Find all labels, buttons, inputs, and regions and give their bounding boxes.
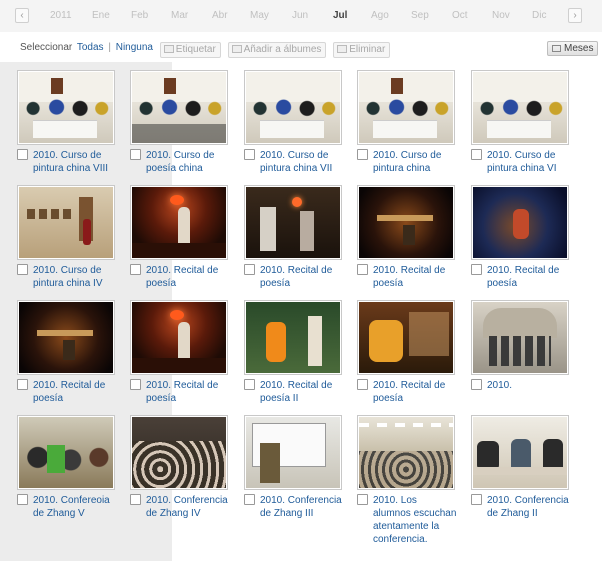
photo-caption[interactable]: 2010. bbox=[487, 379, 571, 392]
photo-thumbnail[interactable] bbox=[244, 300, 342, 375]
photo-caption[interactable]: 2010. Curso de pintura china VIII bbox=[33, 149, 117, 175]
photo-image bbox=[19, 72, 113, 143]
photo-caption[interactable]: 2010. Recital de poesía bbox=[373, 379, 457, 405]
photo-checkbox[interactable] bbox=[357, 494, 368, 505]
photo-caption[interactable]: 2010. Los alumnos escuchan atentamente l… bbox=[373, 494, 457, 546]
photo-checkbox[interactable] bbox=[244, 149, 255, 160]
photo-checkbox[interactable] bbox=[357, 379, 368, 390]
photo-image bbox=[19, 187, 113, 258]
photo-thumbnail[interactable] bbox=[357, 185, 455, 260]
photo-thumbnail[interactable] bbox=[244, 70, 342, 145]
photo-image bbox=[246, 302, 340, 373]
photo-checkbox[interactable] bbox=[130, 379, 141, 390]
photo-thumbnail[interactable] bbox=[244, 415, 342, 490]
photo-image bbox=[246, 187, 340, 258]
photo-thumbnail[interactable] bbox=[244, 185, 342, 260]
photo-caption[interactable]: 2010. Confereoia de Zhang V bbox=[33, 494, 117, 520]
photo-image bbox=[19, 302, 113, 373]
photo-caption[interactable]: 2010. Recital de poesía bbox=[146, 379, 230, 405]
photo-checkbox[interactable] bbox=[471, 494, 482, 505]
photo-checkbox[interactable] bbox=[357, 264, 368, 275]
photo-thumbnail[interactable] bbox=[130, 70, 228, 145]
photo-caption[interactable]: 2010. Recital de poesía bbox=[373, 264, 457, 290]
photo-thumbnail[interactable] bbox=[357, 415, 455, 490]
photo-checkbox[interactable] bbox=[130, 264, 141, 275]
photo-image bbox=[473, 72, 567, 143]
photo-caption[interactable]: 2010. Curso de pintura china VII bbox=[260, 149, 344, 175]
photo-image bbox=[359, 187, 453, 258]
photo-thumbnail[interactable] bbox=[471, 70, 569, 145]
photo-thumbnail[interactable] bbox=[17, 70, 115, 145]
photo-thumbnail[interactable] bbox=[130, 300, 228, 375]
photo-image bbox=[132, 72, 226, 143]
photo-caption[interactable]: 2010. Recital de poesía bbox=[146, 264, 230, 290]
photo-checkbox[interactable] bbox=[244, 494, 255, 505]
photo-caption[interactable]: 2010. Curso de poesía china bbox=[146, 149, 230, 175]
photo-caption[interactable]: 2010. Recital de poesía bbox=[260, 264, 344, 290]
photo-caption[interactable]: 2010. Recital de poesía bbox=[33, 379, 117, 405]
photo-checkbox[interactable] bbox=[357, 149, 368, 160]
photo-image bbox=[359, 302, 453, 373]
photo-caption[interactable]: 2010. Conferencia de Zhang III bbox=[260, 494, 344, 520]
photo-thumbnail[interactable] bbox=[357, 70, 455, 145]
photo-image bbox=[132, 187, 226, 258]
photo-thumbnail[interactable] bbox=[17, 300, 115, 375]
photo-caption[interactable]: 2010. Curso de pintura china VI bbox=[487, 149, 571, 175]
photo-caption[interactable]: 2010. Conferencia de Zhang IV bbox=[146, 494, 230, 520]
photo-caption[interactable]: 2010. Curso de pintura china IV bbox=[33, 264, 117, 290]
photo-caption[interactable]: 2010. Curso de pintura china bbox=[373, 149, 457, 175]
photo-checkbox[interactable] bbox=[244, 379, 255, 390]
photo-thumbnail[interactable] bbox=[17, 185, 115, 260]
photo-caption[interactable]: 2010. Conferencia de Zhang II bbox=[487, 494, 571, 520]
photo-checkbox[interactable] bbox=[17, 264, 28, 275]
photo-image bbox=[19, 417, 113, 488]
photo-image bbox=[246, 72, 340, 143]
photo-thumbnail[interactable] bbox=[357, 300, 455, 375]
photo-image bbox=[132, 302, 226, 373]
photo-thumbnail[interactable] bbox=[471, 415, 569, 490]
photo-image bbox=[473, 187, 567, 258]
photo-checkbox[interactable] bbox=[471, 379, 482, 390]
photo-checkbox[interactable] bbox=[130, 494, 141, 505]
photo-grid: 2010. Curso de pintura china VIII 2010. … bbox=[0, 0, 602, 561]
photo-checkbox[interactable] bbox=[17, 149, 28, 160]
photo-checkbox[interactable] bbox=[17, 494, 28, 505]
photo-image bbox=[473, 302, 567, 373]
photo-image bbox=[359, 417, 453, 488]
photo-checkbox[interactable] bbox=[471, 149, 482, 160]
photo-checkbox[interactable] bbox=[471, 264, 482, 275]
photo-checkbox[interactable] bbox=[17, 379, 28, 390]
photo-thumbnail[interactable] bbox=[130, 415, 228, 490]
photo-image bbox=[473, 417, 567, 488]
photo-caption[interactable]: 2010. Recital de poesía II bbox=[260, 379, 344, 405]
photo-image bbox=[246, 417, 340, 488]
photo-thumbnail[interactable] bbox=[471, 185, 569, 260]
photo-thumbnail[interactable] bbox=[471, 300, 569, 375]
photo-thumbnail[interactable] bbox=[130, 185, 228, 260]
photo-thumbnail[interactable] bbox=[17, 415, 115, 490]
photo-image bbox=[132, 417, 226, 488]
photo-image bbox=[359, 72, 453, 143]
photo-checkbox[interactable] bbox=[130, 149, 141, 160]
photo-checkbox[interactable] bbox=[244, 264, 255, 275]
photo-caption[interactable]: 2010. Recital de poesía bbox=[487, 264, 571, 290]
